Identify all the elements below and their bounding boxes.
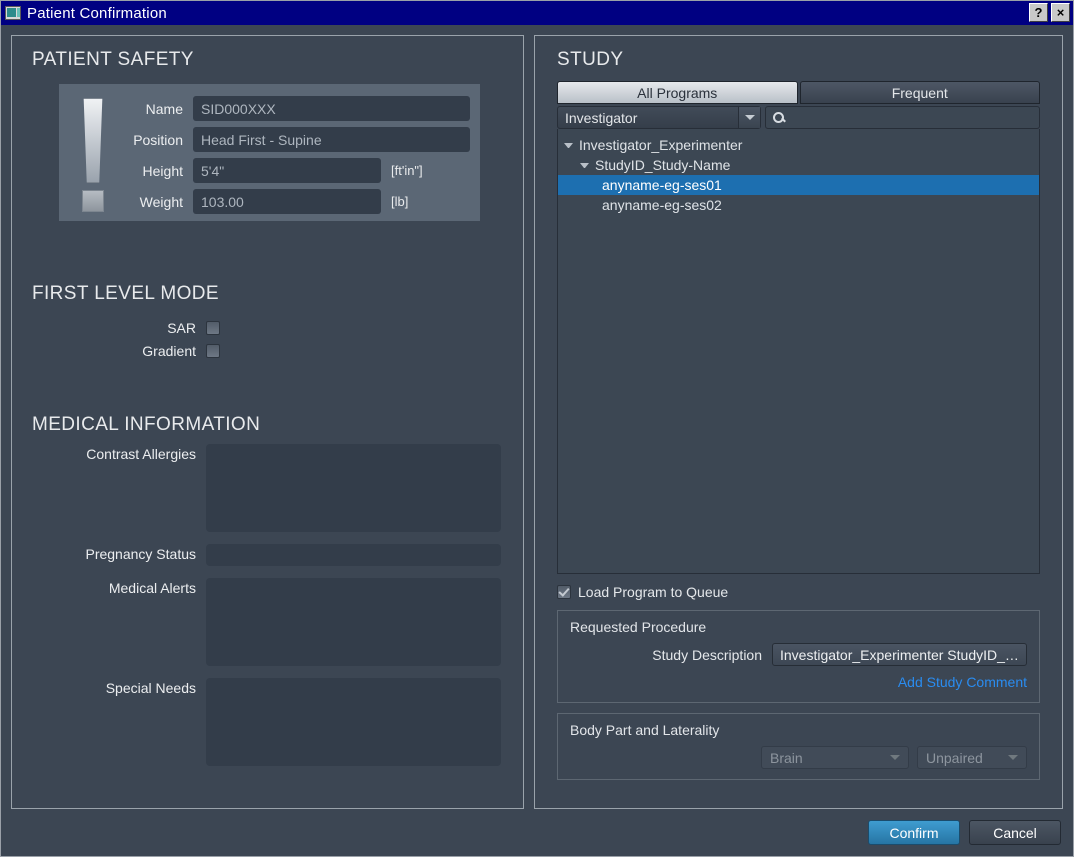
field-row-contrast-allergies: Contrast Allergies — [32, 444, 501, 532]
first-level-mode-heading: FIRST LEVEL MODE — [32, 283, 219, 304]
tree-node-study[interactable]: StudyID_Study-Name — [558, 155, 1039, 175]
study-description-row: Study Description Investigator_Experimen… — [570, 643, 1027, 666]
window-title: Patient Confirmation — [27, 4, 167, 22]
weight-label: Weight — [139, 193, 183, 210]
add-study-comment-link[interactable]: Add Study Comment — [898, 674, 1027, 690]
program-tabs: All Programs Frequent — [557, 81, 1040, 104]
study-panel: STUDY All Programs Frequent Investigator — [534, 35, 1063, 809]
laterality-dropdown[interactable]: Unpaired — [917, 746, 1027, 769]
contrast-allergies-input[interactable] — [206, 444, 501, 532]
investigator-dropdown-value: Investigator — [565, 109, 638, 126]
window-monitor-icon — [5, 6, 21, 20]
confirm-button[interactable]: Confirm — [868, 820, 960, 845]
investigator-dropdown[interactable]: Investigator — [557, 106, 761, 129]
medical-alerts-label: Medical Alerts — [108, 580, 196, 596]
cancel-button[interactable]: Cancel — [969, 820, 1061, 845]
chevron-down-icon — [738, 107, 760, 128]
dialog-body: PATIENT SAFETY Name SID000XXX Position H… — [1, 25, 1073, 809]
body-part-row: Brain Unpaired — [570, 746, 1027, 769]
field-row-name: Name SID000XXX — [115, 96, 470, 121]
tree-node-investigator[interactable]: Investigator_Experimenter — [558, 135, 1039, 155]
pregnancy-status-label: Pregnancy Status — [85, 546, 196, 562]
special-needs-label: Special Needs — [105, 680, 196, 696]
gradient-label: Gradient — [142, 343, 196, 359]
body-part-dropdown-value: Brain — [770, 749, 803, 766]
filter-bar: Investigator — [557, 106, 1040, 129]
tree-node-session-01[interactable]: anyname-eg-ses01 — [558, 175, 1039, 195]
tree-node-label: anyname-eg-ses02 — [602, 197, 722, 213]
requested-procedure-title: Requested Procedure — [570, 619, 707, 635]
search-icon — [773, 112, 784, 123]
load-program-to-queue-row: Load Program to Queue — [557, 584, 1040, 600]
chevron-down-icon — [1008, 755, 1018, 760]
requested-procedure-group: Requested Procedure Study Description In… — [557, 610, 1040, 703]
height-label: Height — [142, 162, 183, 179]
dialog-footer: Confirm Cancel — [1, 809, 1073, 856]
position-label: Position — [133, 131, 183, 148]
field-row-pregnancy-status: Pregnancy Status — [32, 544, 501, 566]
load-program-to-queue-checkbox[interactable] — [557, 585, 571, 599]
field-row-special-needs: Special Needs — [32, 678, 501, 766]
study-content: All Programs Frequent Investigator Inves… — [557, 81, 1040, 798]
load-program-to-queue-label: Load Program to Queue — [578, 584, 729, 600]
tab-frequent[interactable]: Frequent — [799, 81, 1040, 104]
gradient-checkbox[interactable] — [206, 344, 220, 358]
medical-information-fields: Contrast Allergies Pregnancy Status Medi… — [32, 444, 501, 778]
exclamation-warning-icon — [71, 96, 115, 212]
special-needs-input[interactable] — [206, 678, 501, 766]
contrast-allergies-label: Contrast Allergies — [86, 446, 196, 462]
patient-panel: PATIENT SAFETY Name SID000XXX Position H… — [11, 35, 524, 809]
first-level-mode-sar-row: SAR — [32, 320, 502, 336]
title-bar: Patient Confirmation ? × — [1, 1, 1073, 25]
height-input[interactable]: 5'4" — [193, 158, 381, 183]
search-input[interactable] — [765, 106, 1040, 129]
first-level-mode-gradient-row: Gradient — [32, 343, 502, 359]
patient-fields: Name SID000XXX Position Head First - Sup… — [115, 96, 470, 214]
tab-all-programs[interactable]: All Programs — [557, 81, 798, 104]
patient-safety-heading: PATIENT SAFETY — [32, 49, 194, 70]
body-part-dropdown[interactable]: Brain — [761, 746, 909, 769]
field-row-weight: Weight 103.00 [lb] — [115, 189, 470, 214]
medical-alerts-input[interactable] — [206, 578, 501, 666]
study-description-input[interactable]: Investigator_Experimenter StudyID_… — [772, 643, 1027, 666]
add-study-comment-row: Add Study Comment — [570, 674, 1027, 692]
body-part-laterality-title: Body Part and Laterality — [570, 722, 720, 738]
laterality-dropdown-value: Unpaired — [926, 749, 983, 766]
field-row-height: Height 5'4" [ft'in"] — [115, 158, 470, 183]
close-icon[interactable]: × — [1051, 3, 1070, 22]
tree-node-label: Investigator_Experimenter — [579, 137, 743, 153]
height-unit-label: [ft'in"] — [391, 163, 423, 178]
study-heading: STUDY — [557, 49, 624, 70]
chevron-down-icon[interactable] — [580, 162, 589, 168]
name-input[interactable]: SID000XXX — [193, 96, 470, 121]
position-input[interactable]: Head First - Supine — [193, 127, 470, 152]
title-bar-buttons: ? × — [1029, 3, 1070, 22]
sar-label: SAR — [167, 320, 196, 336]
name-label: Name — [145, 100, 183, 117]
help-button[interactable]: ? — [1029, 3, 1048, 22]
tree-node-label: StudyID_Study-Name — [595, 157, 731, 173]
field-row-position: Position Head First - Supine — [115, 127, 470, 152]
first-level-mode-items: SAR Gradient — [32, 320, 502, 366]
study-description-label: Study Description — [652, 646, 762, 663]
pregnancy-status-input[interactable] — [206, 544, 501, 566]
medical-information-heading: MEDICAL INFORMATION — [32, 414, 261, 435]
tree-node-label: anyname-eg-ses01 — [602, 177, 722, 193]
tree-node-session-02[interactable]: anyname-eg-ses02 — [558, 195, 1039, 215]
chevron-down-icon — [890, 755, 900, 760]
weight-input[interactable]: 103.00 — [193, 189, 381, 214]
program-tree[interactable]: Investigator_Experimenter StudyID_Study-… — [557, 129, 1040, 574]
field-row-medical-alerts: Medical Alerts — [32, 578, 501, 666]
patient-safety-box: Name SID000XXX Position Head First - Sup… — [59, 84, 480, 221]
weight-unit-label: [lb] — [391, 194, 409, 209]
body-part-laterality-group: Body Part and Laterality Brain Unpaired — [557, 713, 1040, 780]
sar-checkbox[interactable] — [206, 321, 220, 335]
chevron-down-icon[interactable] — [564, 142, 573, 148]
patient-confirmation-window: Patient Confirmation ? × PATIENT SAFETY … — [0, 0, 1074, 857]
